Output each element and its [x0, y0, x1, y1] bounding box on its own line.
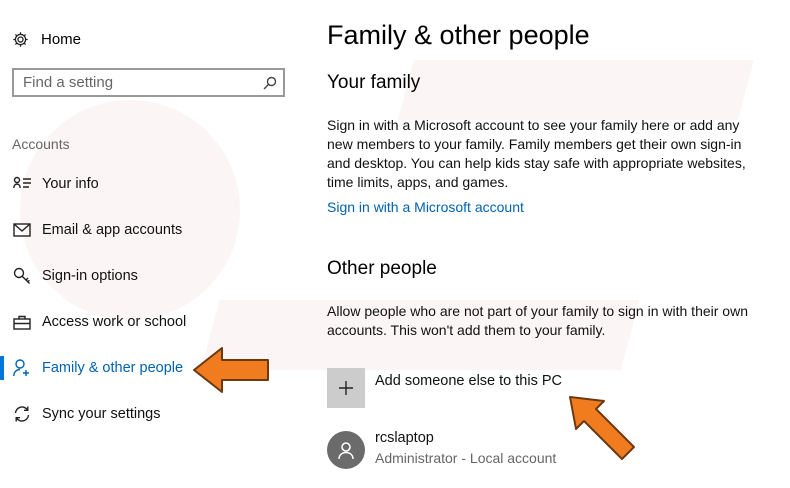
- key-icon: [12, 266, 32, 286]
- other-people-description: Allow people who are not part of your fa…: [327, 303, 748, 338]
- your-family-description: Sign in with a Microsoft account to see …: [327, 117, 746, 190]
- sync-icon: [12, 404, 32, 424]
- sidebar-item-work-school[interactable]: Access work or school: [0, 302, 300, 342]
- mail-icon: [12, 220, 32, 240]
- other-people-heading: Other people: [327, 258, 437, 279]
- search-box: [12, 68, 285, 97]
- main-content: Family & other people Your family Sign i…: [327, 0, 777, 488]
- gear-icon: [13, 31, 28, 47]
- sidebar-item-label: Email & app accounts: [42, 222, 183, 238]
- search-icon[interactable]: [257, 76, 283, 90]
- person-icon: [12, 358, 32, 378]
- home-label: Home: [41, 30, 82, 48]
- avatar: [327, 431, 365, 469]
- search-input[interactable]: [14, 73, 257, 92]
- account-name: rcslaptop: [375, 430, 434, 446]
- sidebar-item-label: Family & other people: [42, 360, 184, 376]
- account-role: Administrator - Local account: [375, 450, 557, 466]
- sidebar-item-sync[interactable]: Sync your settings: [0, 394, 300, 434]
- sidebar-item-your-info[interactable]: Your info: [0, 164, 300, 204]
- sign-in-microsoft-link[interactable]: Sign in with a Microsoft account: [327, 199, 524, 215]
- your-family-heading: Your family: [327, 72, 421, 93]
- account-item[interactable]: rcslaptop Administrator - Local account: [327, 428, 556, 472]
- sidebar-item-label: Access work or school: [42, 314, 187, 330]
- sidebar-item-label: Your info: [42, 176, 99, 192]
- person-card-icon: [12, 174, 32, 194]
- add-someone-label: Add someone else to this PC: [375, 373, 562, 389]
- sidebar-item-email[interactable]: Email & app accounts: [0, 210, 300, 250]
- sidebar-item-label: Sign-in options: [42, 268, 138, 284]
- page-title: Family & other people: [327, 20, 590, 50]
- sidebar-item-label: Sync your settings: [42, 406, 161, 422]
- home-nav[interactable]: Home: [12, 28, 81, 50]
- section-label-accounts: Accounts: [12, 136, 70, 152]
- plus-icon: [327, 368, 365, 408]
- sidebar-item-family[interactable]: Family & other people: [0, 348, 300, 388]
- add-someone-button[interactable]: Add someone else to this PC: [327, 368, 562, 408]
- sidebar-item-sign-in[interactable]: Sign-in options: [0, 256, 300, 296]
- briefcase-icon: [12, 312, 32, 332]
- sidebar: Home Accounts Your info Email & app acco…: [0, 0, 300, 488]
